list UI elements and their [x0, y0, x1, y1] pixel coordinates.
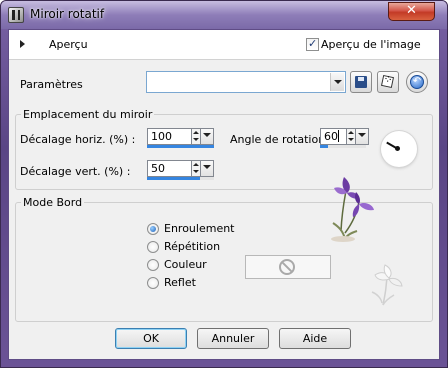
cancel-button[interactable]: Annuler: [197, 328, 269, 349]
app-icon: [8, 7, 24, 23]
rotation-label: Angle de rotation :: [230, 133, 333, 146]
h-offset-slider[interactable]: [147, 145, 214, 148]
reset-button[interactable]: ↶: [406, 71, 428, 93]
radio-repeat[interactable]: [147, 241, 159, 253]
rotation-input[interactable]: 60: [320, 128, 347, 145]
image-preview-checkbox[interactable]: ✓: [306, 37, 319, 51]
h-offset-label: Décalage horiz. (%) :: [20, 133, 136, 146]
mirror-group-title: Emplacement du miroir: [21, 108, 155, 121]
save-preset-button[interactable]: [350, 71, 372, 93]
expand-triangle-icon[interactable]: [20, 40, 25, 48]
disabled-icon: [279, 259, 295, 275]
rotation-spinner[interactable]: 60: [320, 128, 370, 148]
v-offset-slider[interactable]: [147, 177, 214, 180]
chevron-down-icon[interactable]: [330, 73, 344, 91]
window-title: Miroir rotatif: [30, 7, 105, 21]
title-bar[interactable]: Miroir rotatif ✕: [1, 1, 447, 29]
edge-group-title: Mode Bord: [21, 196, 85, 209]
h-offset-input[interactable]: 100: [147, 128, 192, 145]
edge-color-swatch: [245, 255, 331, 279]
checkmark-icon: ✓: [308, 37, 318, 50]
h-offset-spinner[interactable]: 100: [147, 128, 219, 148]
radio-reflect-label[interactable]: Reflet: [164, 276, 196, 289]
preview-bar: Aperçu ✓ Aperçu de l'image: [9, 30, 439, 60]
v-offset-label: Décalage vert. (%) :: [20, 165, 131, 178]
radio-wrap[interactable]: [147, 223, 159, 235]
radio-wrap-label[interactable]: Enroulement: [164, 222, 235, 235]
floppy-disk-icon: [355, 76, 367, 88]
h-offset-dropdown[interactable]: [201, 128, 214, 145]
rotation-dropdown[interactable]: [356, 128, 369, 145]
params-label: Paramètres: [20, 78, 83, 91]
dice-icon: [380, 74, 395, 89]
radio-color[interactable]: [147, 259, 159, 271]
ok-button[interactable]: OK: [115, 328, 187, 349]
dial-hub: [395, 146, 400, 151]
radio-repeat-label[interactable]: Répétition: [164, 240, 220, 253]
radio-color-label[interactable]: Couleur: [164, 258, 207, 271]
h-offset-updown[interactable]: [192, 128, 201, 145]
rotation-dial[interactable]: [381, 131, 417, 167]
v-offset-dropdown[interactable]: [201, 160, 214, 177]
v-offset-updown[interactable]: [192, 160, 201, 177]
radio-reflect[interactable]: [147, 277, 159, 289]
reset-arrow-icon: ↶: [410, 75, 424, 89]
close-button[interactable]: ✕: [388, 2, 435, 21]
preset-dropdown[interactable]: [146, 71, 346, 93]
white-flower-decoration: [371, 264, 403, 306]
rotation-slider[interactable]: [320, 145, 366, 148]
dialog-window: Miroir rotatif ✕ Aperçu ✓ Aperçu de l'im…: [0, 0, 448, 368]
help-button[interactable]: Aide: [279, 328, 351, 349]
v-offset-input[interactable]: 50: [147, 160, 192, 177]
image-preview-label: Aperçu de l'image: [321, 38, 421, 51]
randomize-button[interactable]: [377, 71, 399, 93]
rotation-updown[interactable]: [347, 128, 356, 145]
preview-toggle-label[interactable]: Aperçu: [49, 38, 88, 51]
v-offset-spinner[interactable]: 50: [147, 160, 219, 180]
iris-flower-decoration: [331, 177, 374, 242]
